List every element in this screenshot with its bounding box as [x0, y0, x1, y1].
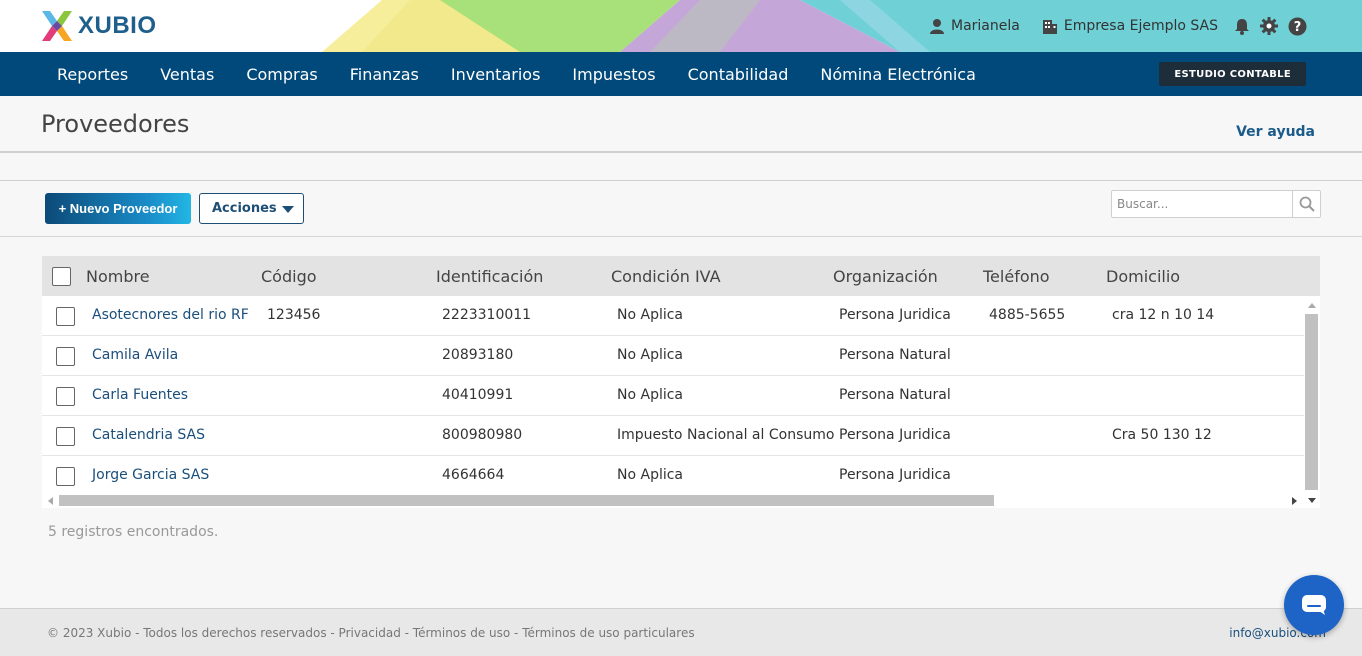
cell-organizacion: Persona Natural	[839, 387, 951, 403]
table-body: Asotecnores del rio RF 123456 2223310011…	[42, 296, 1304, 492]
provider-name-link[interactable]: Jorge Garcia SAS	[92, 467, 209, 483]
column-header-domicilio[interactable]: Domicilio	[1106, 267, 1180, 286]
cell-organizacion: Persona Natural	[839, 347, 951, 363]
cell-condicion-iva: Impuesto Nacional al Consumo	[617, 427, 835, 443]
row-checkbox[interactable]	[56, 347, 75, 366]
help-button[interactable]: ?	[1288, 17, 1307, 36]
divider	[0, 180, 1362, 181]
user-menu[interactable]: Marianela	[929, 18, 1020, 34]
nav-item-impuestos[interactable]: Impuestos	[556, 65, 671, 84]
scroll-left-arrow-icon[interactable]	[48, 497, 53, 505]
column-header-condicion-iva[interactable]: Condición IVA	[611, 267, 721, 286]
cell-codigo: 123456	[267, 307, 321, 323]
column-header-telefono[interactable]: Teléfono	[983, 267, 1050, 286]
cell-condicion-iva: No Aplica	[617, 347, 684, 363]
cell-identificacion: 4664664	[442, 467, 505, 483]
table-header: Nombre Código Identificación Condición I…	[42, 256, 1320, 296]
nav-item-finanzas[interactable]: Finanzas	[334, 65, 435, 84]
vertical-scroll-thumb[interactable]	[1305, 314, 1318, 490]
cell-identificacion: 2223310011	[442, 307, 532, 323]
cell-domicilio: cra 12 n 10 14	[1112, 307, 1215, 323]
divider	[0, 151, 1362, 153]
search-button[interactable]	[1292, 191, 1320, 217]
nav-item-nomina[interactable]: Nómina Electrónica	[804, 65, 992, 84]
notifications-button[interactable]	[1234, 18, 1250, 35]
provider-name-link[interactable]: Carla Fuentes	[92, 387, 188, 403]
provider-name-link[interactable]: Catalendria SAS	[92, 427, 205, 443]
gear-icon	[1260, 17, 1278, 35]
actions-label: Acciones	[212, 201, 277, 216]
row-checkbox[interactable]	[56, 387, 75, 406]
new-provider-button[interactable]: + Nuevo Proveedor	[45, 193, 191, 224]
horizontal-scrollbar[interactable]	[42, 492, 1304, 508]
provider-name-link[interactable]: Asotecnores del rio RF	[92, 307, 249, 323]
estudio-contable-button[interactable]: ESTUDIO CONTABLE	[1159, 62, 1306, 86]
row-checkbox[interactable]	[56, 307, 75, 326]
cell-condicion-iva: No Aplica	[617, 307, 684, 323]
main-nav: Reportes Ventas Compras Finanzas Inventa…	[0, 52, 1362, 96]
user-name: Marianela	[951, 18, 1020, 34]
scroll-right-arrow-icon[interactable]	[1292, 497, 1297, 505]
footer-copyright: © 2023 Xubio - Todos los derechos reserv…	[47, 626, 695, 640]
table-row[interactable]: Catalendria SAS 800980980 Impuesto Nacio…	[42, 416, 1304, 456]
actions-dropdown[interactable]: Acciones	[199, 193, 304, 224]
brand-name: XUBIO	[78, 12, 157, 39]
footer: © 2023 Xubio - Todos los derechos reserv…	[0, 608, 1362, 656]
building-icon	[1042, 20, 1057, 34]
cell-identificacion: 800980980	[442, 427, 523, 443]
column-header-identificacion[interactable]: Identificación	[436, 267, 543, 286]
nav-items: Reportes Ventas Compras Finanzas Inventa…	[41, 52, 992, 96]
table-row[interactable]: Camila Avila 20893180 No Aplica Persona …	[42, 336, 1304, 376]
xubio-logo[interactable]: XUBIO	[40, 9, 157, 43]
horizontal-scroll-thumb[interactable]	[59, 495, 994, 506]
nav-item-compras[interactable]: Compras	[230, 65, 333, 84]
nav-item-ventas[interactable]: Ventas	[144, 65, 230, 84]
cell-organizacion: Persona Juridica	[839, 427, 951, 443]
cell-organizacion: Persona Juridica	[839, 307, 951, 323]
column-header-organizacion[interactable]: Organización	[833, 267, 938, 286]
column-header-codigo[interactable]: Código	[261, 267, 317, 286]
search-box	[1111, 190, 1321, 218]
user-icon	[930, 19, 944, 34]
chevron-down-icon	[282, 206, 294, 213]
scroll-up-arrow-icon[interactable]	[1308, 303, 1316, 308]
help-icon: ?	[1288, 17, 1307, 35]
divider	[0, 236, 1362, 237]
chat-icon	[1302, 595, 1326, 615]
column-header-nombre[interactable]: Nombre	[86, 267, 150, 286]
cell-identificacion: 40410991	[442, 387, 514, 403]
bell-icon	[1235, 18, 1249, 35]
cell-condicion-iva: No Aplica	[617, 467, 684, 483]
search-input[interactable]	[1112, 191, 1293, 217]
chat-button[interactable]	[1284, 575, 1344, 635]
company-menu[interactable]: Empresa Ejemplo SAS	[1042, 18, 1218, 34]
top-header: XUBIO Marianela Empresa Ejemplo SAS ?	[0, 0, 1362, 52]
search-icon	[1299, 196, 1315, 212]
nav-item-inventarios[interactable]: Inventarios	[435, 65, 557, 84]
provider-name-link[interactable]: Camila Avila	[92, 347, 178, 363]
cell-organizacion: Persona Juridica	[839, 467, 951, 483]
row-checkbox[interactable]	[56, 467, 75, 486]
cell-domicilio: Cra 50 130 12	[1112, 427, 1212, 443]
company-name: Empresa Ejemplo SAS	[1063, 18, 1218, 34]
page-title: Proveedores	[41, 110, 190, 138]
select-all-checkbox[interactable]	[52, 267, 71, 286]
cell-identificacion: 20893180	[442, 347, 514, 363]
svg-text:?: ?	[1294, 20, 1302, 35]
settings-button[interactable]	[1260, 17, 1278, 35]
help-link[interactable]: Ver ayuda	[1236, 124, 1315, 140]
table-row[interactable]: Jorge Garcia SAS 4664664 No Aplica Perso…	[42, 456, 1304, 492]
records-count: 5 registros encontrados.	[48, 524, 219, 540]
nav-item-reportes[interactable]: Reportes	[41, 65, 144, 84]
vertical-scrollbar[interactable]	[1304, 296, 1320, 508]
nav-item-contabilidad[interactable]: Contabilidad	[672, 65, 805, 84]
cell-condicion-iva: No Aplica	[617, 387, 684, 403]
user-toolbar: Marianela Empresa Ejemplo SAS ?	[929, 0, 1307, 52]
row-checkbox[interactable]	[56, 427, 75, 446]
scroll-down-arrow-icon[interactable]	[1308, 498, 1316, 503]
cell-telefono: 4885-5655	[989, 307, 1066, 323]
table-row[interactable]: Carla Fuentes 40410991 No Aplica Persona…	[42, 376, 1304, 416]
xubio-logo-mark-icon	[42, 11, 72, 41]
table-row[interactable]: Asotecnores del rio RF 123456 2223310011…	[42, 296, 1304, 336]
